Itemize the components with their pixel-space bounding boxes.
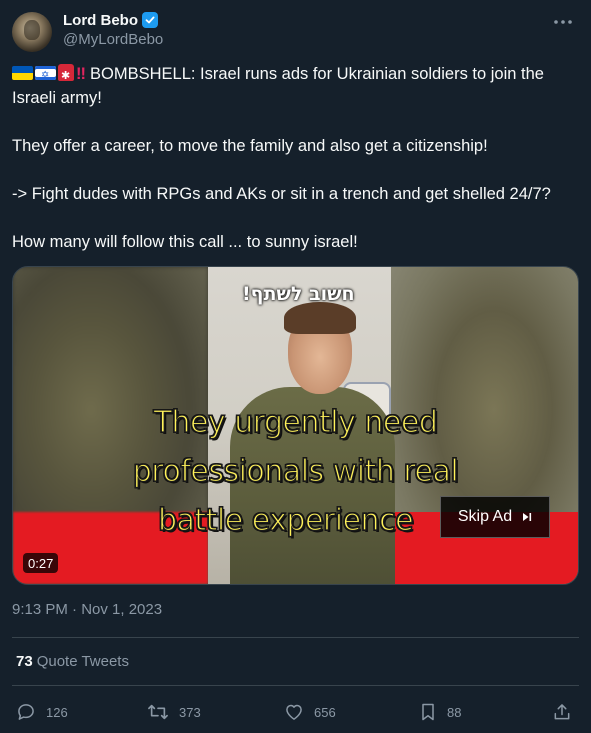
author-name[interactable]: Lord Bebo: [63, 12, 138, 29]
bookmark-icon: [422, 703, 434, 721]
tweet-line-1: BOMBSHELL: Israel runs ads for Ukrainian…: [12, 65, 544, 107]
skip-ad-button[interactable]: Skip Ad: [440, 496, 550, 538]
video-caption-line-2: professionals with real: [132, 453, 459, 489]
quote-tweets-link[interactable]: 73 Quote Tweets: [16, 653, 129, 670]
ukraine-flag-icon: [12, 66, 33, 80]
retweet-icon: [148, 704, 168, 720]
reply-icon: [18, 704, 34, 720]
more-options-button[interactable]: [549, 10, 577, 34]
tweet-actions: 126 373 656 88: [0, 697, 591, 727]
author-info: Lord Bebo @MyLordBebo: [63, 10, 163, 49]
more-dots-icon: [554, 20, 572, 24]
quote-tweets-count: 73: [16, 653, 33, 670]
retweet-button[interactable]: 373: [147, 697, 201, 727]
tweet-line-3: -> Fight dudes with RPGs and AKs or sit …: [12, 185, 551, 203]
avatar[interactable]: [12, 12, 52, 52]
like-button[interactable]: 656: [284, 697, 336, 727]
author-handle[interactable]: @MyLordBebo: [63, 31, 163, 48]
reply-count: 126: [46, 704, 68, 720]
share-button[interactable]: [552, 697, 572, 727]
like-count: 656: [314, 704, 336, 720]
tweet-header: Lord Bebo @MyLordBebo: [12, 8, 579, 52]
video-caption-line-1: They urgently need: [153, 404, 439, 440]
tweet-paragraph-1: !!BOMBSHELL: Israel runs ads for Ukraini…: [12, 62, 578, 110]
israel-flag-icon: [35, 64, 56, 88]
soldier-hair: [284, 302, 356, 334]
video-player[interactable]: חשוב לשתף! They urgently need profession…: [12, 266, 579, 585]
heart-icon: [286, 704, 302, 720]
skip-next-icon: [523, 513, 532, 521]
siren-icon: [58, 64, 74, 88]
verified-badge-icon: [142, 12, 158, 28]
share-icon: [554, 704, 570, 720]
retweet-count: 373: [179, 704, 201, 720]
video-duration-badge: 0:27: [23, 553, 59, 573]
double-exclamation-icon: !!: [76, 65, 86, 83]
name-row: Lord Bebo: [63, 10, 163, 30]
video-hebrew-text: חשוב לשתף!: [242, 283, 355, 305]
bookmark-button[interactable]: 88: [419, 697, 461, 727]
tweet-timestamp[interactable]: 9:13 PM · Nov 1, 2023: [12, 601, 162, 618]
reply-button[interactable]: 126: [16, 697, 68, 727]
tweet-text: !!BOMBSHELL: Israel runs ads for Ukraini…: [12, 62, 578, 278]
tweet-line-2: They offer a career, to move the family …: [12, 137, 488, 155]
divider: [12, 685, 579, 686]
divider: [12, 637, 579, 638]
tweet-line-4: How many will follow this call ... to su…: [12, 233, 358, 251]
skip-ad-label: Skip Ad: [457, 508, 513, 525]
quote-tweets-label: Quote Tweets: [36, 653, 129, 670]
bookmark-count: 88: [447, 704, 462, 720]
